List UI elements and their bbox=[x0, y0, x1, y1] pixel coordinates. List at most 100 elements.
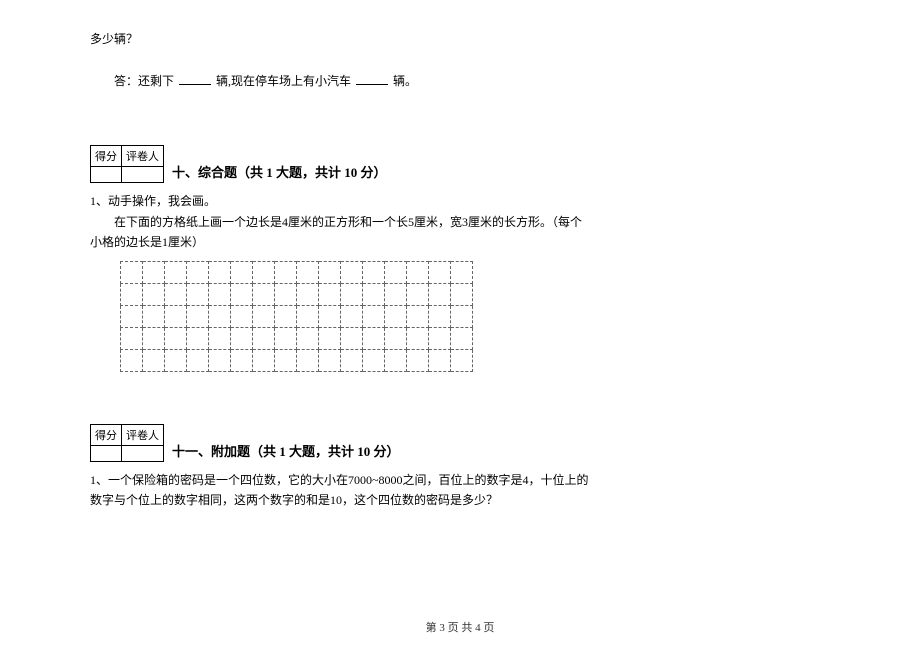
grid-cell[interactable] bbox=[451, 261, 473, 283]
grid-cell[interactable] bbox=[231, 261, 253, 283]
grid-cell[interactable] bbox=[121, 305, 143, 327]
grid-cell[interactable] bbox=[385, 327, 407, 349]
grid-cell[interactable] bbox=[253, 305, 275, 327]
grid-cell[interactable] bbox=[407, 327, 429, 349]
grid-cell[interactable] bbox=[407, 261, 429, 283]
grid-cell[interactable] bbox=[209, 327, 231, 349]
grid-cell[interactable] bbox=[385, 261, 407, 283]
grid-cell[interactable] bbox=[407, 283, 429, 305]
grid-cell[interactable] bbox=[429, 327, 451, 349]
grid-cell[interactable] bbox=[231, 349, 253, 371]
grid-cell[interactable] bbox=[341, 283, 363, 305]
grid-cell[interactable] bbox=[451, 327, 473, 349]
grid-cell[interactable] bbox=[253, 349, 275, 371]
grid-cell[interactable] bbox=[429, 305, 451, 327]
blank-field-2[interactable] bbox=[356, 71, 388, 85]
grid-cell[interactable] bbox=[165, 327, 187, 349]
answer-prefix: 答：还剩下 bbox=[114, 74, 174, 88]
grid-cell[interactable] bbox=[341, 327, 363, 349]
grid-cell[interactable] bbox=[341, 261, 363, 283]
grid-cell[interactable] bbox=[121, 349, 143, 371]
q1-num: 1、动手操作，我会画。 bbox=[90, 191, 830, 211]
grid-cell[interactable] bbox=[385, 305, 407, 327]
grid-cell[interactable] bbox=[143, 349, 165, 371]
grid-cell[interactable] bbox=[319, 261, 341, 283]
grid-cell[interactable] bbox=[451, 349, 473, 371]
grid-cell[interactable] bbox=[385, 283, 407, 305]
grid-cell[interactable] bbox=[429, 283, 451, 305]
grid-cell[interactable] bbox=[187, 261, 209, 283]
grid-cell[interactable] bbox=[363, 349, 385, 371]
grid-cell[interactable] bbox=[143, 283, 165, 305]
grid-cell[interactable] bbox=[363, 305, 385, 327]
grid-cell[interactable] bbox=[319, 283, 341, 305]
section-11-q1: 1、一个保险箱的密码是一个四位数，它的大小在7000~8000之间，百位上的数字… bbox=[90, 470, 830, 511]
grid-cell[interactable] bbox=[187, 305, 209, 327]
grid-cell[interactable] bbox=[121, 261, 143, 283]
grid-cell[interactable] bbox=[143, 261, 165, 283]
dashed-grid[interactable] bbox=[120, 261, 473, 372]
grid-cell[interactable] bbox=[319, 349, 341, 371]
grid-cell[interactable] bbox=[297, 261, 319, 283]
grid-cell[interactable] bbox=[297, 327, 319, 349]
grid-cell[interactable] bbox=[231, 327, 253, 349]
grid-cell[interactable] bbox=[297, 283, 319, 305]
score-box-10: 得分 评卷人 bbox=[90, 145, 164, 183]
grid-cell[interactable] bbox=[297, 349, 319, 371]
score-cell[interactable] bbox=[91, 167, 122, 183]
grid-cell[interactable] bbox=[275, 349, 297, 371]
grid-cell[interactable] bbox=[429, 261, 451, 283]
grader-cell[interactable] bbox=[122, 445, 164, 461]
grid-cell[interactable] bbox=[187, 283, 209, 305]
grid-cell[interactable] bbox=[407, 349, 429, 371]
grid-cell[interactable] bbox=[187, 327, 209, 349]
grid-cell[interactable] bbox=[209, 283, 231, 305]
grid-cell[interactable] bbox=[253, 283, 275, 305]
grid-cell[interactable] bbox=[429, 349, 451, 371]
grid-cell[interactable] bbox=[121, 283, 143, 305]
grid-cell[interactable] bbox=[341, 349, 363, 371]
grid-cell[interactable] bbox=[121, 327, 143, 349]
grid-cell[interactable] bbox=[275, 283, 297, 305]
grid-cell[interactable] bbox=[451, 283, 473, 305]
grid-cell[interactable] bbox=[363, 327, 385, 349]
section-10-q1: 1、动手操作，我会画。 在下面的方格纸上画一个边长是4厘米的正方形和一个长5厘米… bbox=[90, 191, 830, 252]
grid-cell[interactable] bbox=[209, 349, 231, 371]
page-footer: 第 3 页 共 4 页 bbox=[0, 619, 920, 635]
grader-header: 评卷人 bbox=[122, 424, 164, 445]
grid-cell[interactable] bbox=[319, 305, 341, 327]
grader-cell[interactable] bbox=[122, 167, 164, 183]
section-11-header: 得分 评卷人 十一、附加题（共 1 大题，共计 10 分） bbox=[90, 424, 830, 462]
grid-cell[interactable] bbox=[165, 305, 187, 327]
section-10-header: 得分 评卷人 十、综合题（共 1 大题，共计 10 分） bbox=[90, 145, 830, 183]
grid-cell[interactable] bbox=[385, 349, 407, 371]
grid-cell[interactable] bbox=[275, 305, 297, 327]
grid-cell[interactable] bbox=[253, 327, 275, 349]
grid-cell[interactable] bbox=[297, 305, 319, 327]
blank-field-1[interactable] bbox=[179, 71, 211, 85]
grid-cell[interactable] bbox=[341, 305, 363, 327]
grid-cell[interactable] bbox=[253, 261, 275, 283]
grid-cell[interactable] bbox=[231, 305, 253, 327]
grid-cell[interactable] bbox=[143, 305, 165, 327]
q1-line2: 数字与个位上的数字相同，这两个数字的和是10，这个四位数的密码是多少？ bbox=[90, 490, 830, 510]
grid-cell[interactable] bbox=[165, 283, 187, 305]
answer-suffix: 辆。 bbox=[393, 74, 417, 88]
score-cell[interactable] bbox=[91, 445, 122, 461]
grid-cell[interactable] bbox=[275, 327, 297, 349]
grid-cell[interactable] bbox=[363, 261, 385, 283]
grid-cell[interactable] bbox=[363, 283, 385, 305]
grid-cell[interactable] bbox=[165, 261, 187, 283]
grid-cell[interactable] bbox=[143, 327, 165, 349]
grid-cell[interactable] bbox=[319, 327, 341, 349]
grid-cell[interactable] bbox=[165, 349, 187, 371]
grid-cell[interactable] bbox=[275, 261, 297, 283]
grid-cell[interactable] bbox=[451, 305, 473, 327]
grid-cell[interactable] bbox=[231, 283, 253, 305]
grid-cell[interactable] bbox=[209, 261, 231, 283]
grid-cell[interactable] bbox=[209, 305, 231, 327]
grid-cell[interactable] bbox=[407, 305, 429, 327]
score-header: 得分 bbox=[91, 424, 122, 445]
answer-line: 答：还剩下 辆,现在停车场上有小汽车 辆。 bbox=[90, 71, 830, 91]
grid-cell[interactable] bbox=[187, 349, 209, 371]
